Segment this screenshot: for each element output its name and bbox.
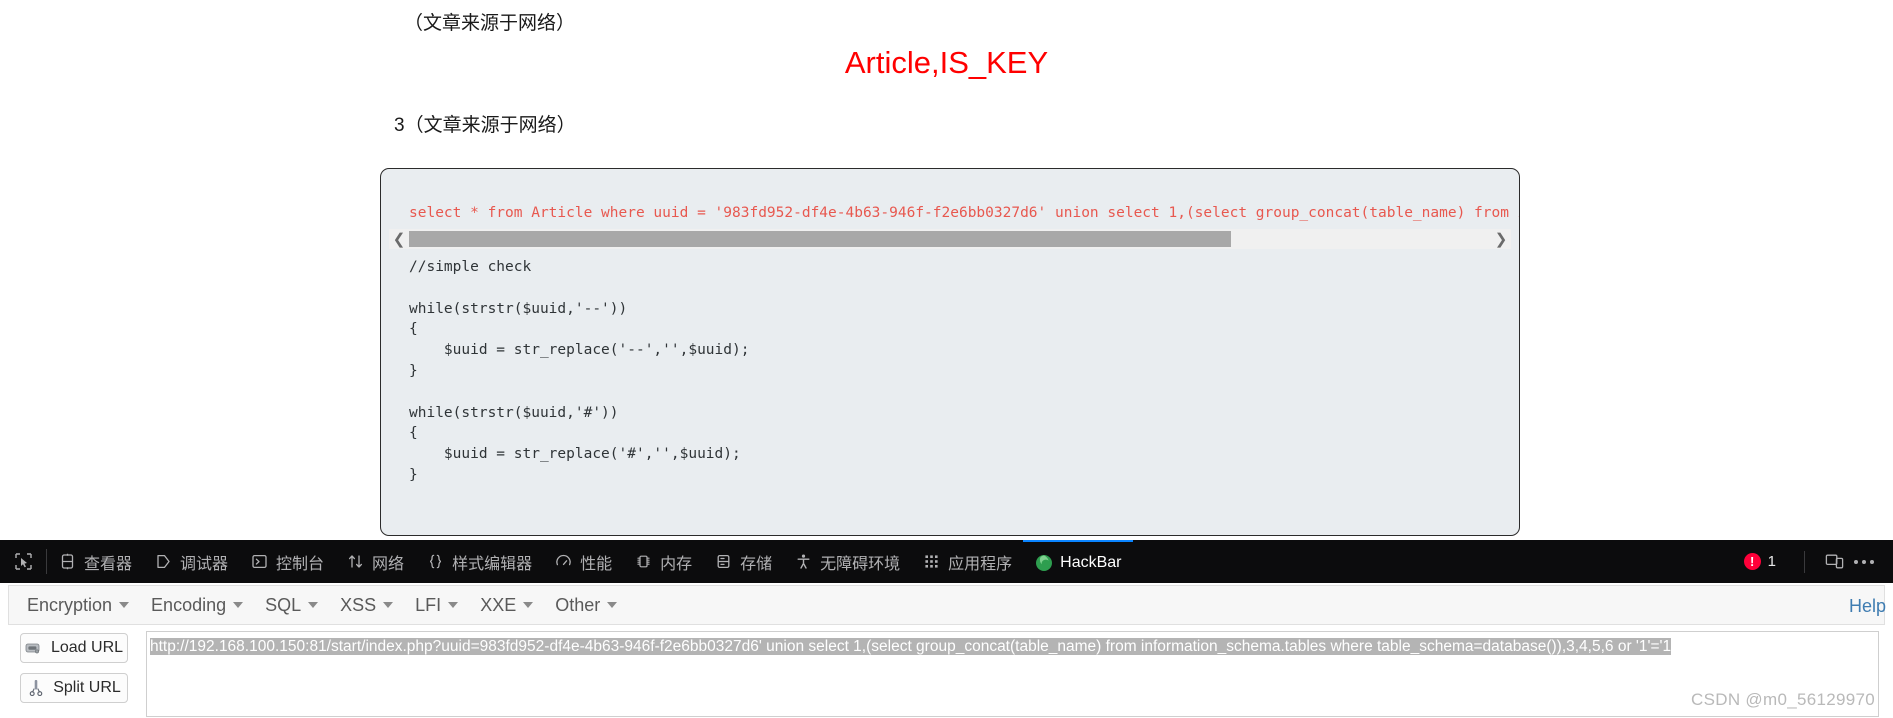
tab-label: HackBar (1060, 553, 1122, 571)
menu-label: SQL (265, 594, 302, 615)
more-options-icon[interactable] (1849, 547, 1879, 577)
scrollbar-thumb[interactable] (409, 231, 1232, 247)
inspector-icon (58, 552, 77, 571)
split-url-button[interactable]: Split URL (20, 673, 128, 703)
page-title: Article,IS_KEY (844, 45, 1049, 80)
menu-xxe[interactable]: XXE (474, 595, 549, 616)
style-editor-icon (426, 552, 445, 571)
hackbar-action-buttons: Load URL Split URL (8, 625, 140, 713)
element-picker-icon[interactable] (0, 540, 46, 583)
accessibility-icon (794, 552, 813, 571)
storage-icon (714, 552, 733, 571)
menu-label: XSS (340, 594, 377, 615)
tab-label: 查看器 (84, 555, 133, 573)
error-count-badge[interactable]: ! 1 (1743, 553, 1776, 570)
hackbar-body: Load URL Split URL http://192.168.100.15… (8, 625, 1885, 718)
error-count: 1 (1767, 553, 1776, 570)
console-icon (250, 552, 269, 571)
tab-label: 控制台 (276, 555, 325, 573)
tab-label: 性能 (580, 555, 613, 573)
debugger-icon (154, 552, 173, 571)
url-input-container[interactable]: http://192.168.100.150:81/start/index.ph… (146, 631, 1879, 717)
menu-lfi[interactable]: LFI (409, 595, 474, 616)
chevron-down-icon (308, 602, 319, 608)
sql-query-line: select * from Article where uuid = '983f… (409, 205, 1519, 221)
php-source-code: //simple check while(strstr($uuid,'--'))… (409, 259, 750, 483)
url-textarea[interactable]: http://192.168.100.150:81/start/index.ph… (150, 636, 1876, 657)
menu-label: LFI (415, 594, 442, 615)
hackbar-icon (1034, 553, 1053, 572)
tab-label: 网络 (372, 555, 405, 573)
devtools-tab-list: 查看器 调试器 控制台 网络 样式编辑器 性能 内存 存储 无障碍环境 应用程序… (47, 540, 1744, 583)
menu-other[interactable]: Other (549, 595, 633, 616)
button-label: Load URL (50, 639, 124, 656)
code-block: select * from Article where uuid = '983f… (380, 168, 1520, 536)
responsive-design-mode-icon[interactable] (1819, 547, 1849, 577)
tab-label: 应用程序 (948, 555, 1013, 573)
scroll-left-icon[interactable]: ❮ (389, 229, 409, 249)
source-note-numbered: 3（文章来源于网络） (394, 115, 576, 136)
scrollbar-track[interactable] (409, 231, 1491, 247)
menu-encoding[interactable]: Encoding (145, 595, 259, 616)
tab-inspector[interactable]: 查看器 (47, 540, 143, 583)
tab-label: 存储 (740, 555, 773, 573)
tab-console[interactable]: 控制台 (239, 540, 335, 583)
menu-xss[interactable]: XSS (334, 595, 409, 616)
hackbar-panel: Encryption Encoding SQL XSS LFI XXE Othe… (0, 583, 1893, 718)
tab-style-editor[interactable]: 样式编辑器 (415, 540, 543, 583)
help-link[interactable]: Help (1849, 596, 1886, 617)
toolbar-divider-right (1804, 550, 1805, 573)
scroll-right-icon[interactable]: ❯ (1491, 229, 1511, 249)
tab-label: 无障碍环境 (820, 555, 901, 573)
tab-label: 内存 (660, 555, 693, 573)
network-icon (346, 552, 365, 571)
menu-label: Encryption (27, 594, 113, 615)
code-horizontal-scrollbar[interactable]: ❮ ❯ (389, 229, 1511, 249)
tab-application[interactable]: 应用程序 (911, 540, 1023, 583)
button-label: Split URL (53, 679, 121, 696)
application-icon (922, 552, 941, 571)
tab-network[interactable]: 网络 (335, 540, 415, 583)
tab-debugger[interactable]: 调试器 (143, 540, 239, 583)
memory-icon (634, 552, 653, 571)
devtools-toolbar-right: ! 1 (1743, 540, 1893, 583)
tab-hackbar[interactable]: HackBar (1023, 540, 1133, 583)
tab-performance[interactable]: 性能 (543, 540, 623, 583)
menu-sql[interactable]: SQL (259, 595, 334, 616)
chevron-down-icon (119, 602, 130, 608)
chevron-down-icon (448, 602, 459, 608)
menu-label: Encoding (151, 594, 227, 615)
performance-icon (554, 552, 573, 571)
chevron-down-icon (607, 602, 618, 608)
chevron-down-icon (233, 602, 244, 608)
chevron-down-icon (383, 602, 394, 608)
error-icon: ! (1743, 553, 1761, 570)
split-url-icon (27, 680, 44, 697)
load-url-button[interactable]: Load URL (20, 633, 128, 663)
article-page-content: （文章来源于网络） Article,IS_KEY 3（文章来源于网络） sele… (0, 0, 1893, 540)
menu-label: Other (555, 594, 601, 615)
menu-encryption[interactable]: Encryption (21, 595, 145, 616)
menu-label: XXE (480, 594, 517, 615)
hackbar-menubar: Encryption Encoding SQL XSS LFI XXE Othe… (8, 585, 1886, 625)
tab-storage[interactable]: 存储 (703, 540, 783, 583)
tab-label: 样式编辑器 (452, 555, 533, 573)
tab-label: 调试器 (180, 555, 229, 573)
url-selected-text: http://192.168.100.150:81/start/index.ph… (150, 638, 1672, 655)
chevron-down-icon (523, 602, 534, 608)
tab-accessibility[interactable]: 无障碍环境 (783, 540, 911, 583)
devtools-toolbar: 查看器 调试器 控制台 网络 样式编辑器 性能 内存 存储 无障碍环境 应用程序… (0, 540, 1893, 583)
tab-memory[interactable]: 内存 (623, 540, 703, 583)
source-note-top: （文章来源于网络） (404, 13, 576, 34)
load-url-icon (25, 640, 42, 657)
